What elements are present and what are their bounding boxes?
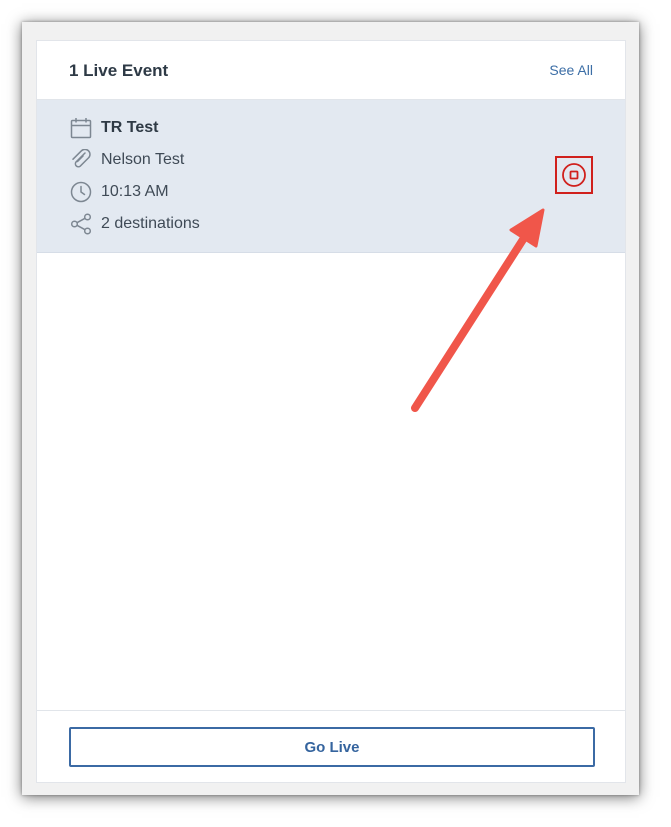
go-live-button[interactable]: Go Live — [69, 727, 595, 767]
clock-icon — [69, 180, 93, 204]
event-destinations-row: 2 destinations — [69, 212, 200, 236]
event-destinations: 2 destinations — [101, 215, 200, 232]
event-presenter: Nelson Test — [101, 151, 185, 168]
event-presenter-row: Nelson Test — [69, 148, 184, 172]
event-name: TR Test — [101, 119, 159, 136]
event-time: 10:13 AM — [101, 183, 169, 200]
event-name-row: TR Test — [69, 116, 158, 140]
card-footer: Go Live — [37, 710, 625, 782]
share-icon — [69, 212, 93, 236]
card-title: 1 Live Event — [69, 61, 169, 80]
live-event-row[interactable]: TR Test Nelson Test 10:13 AM 2 destinati… — [37, 100, 625, 253]
stop-icon — [561, 162, 587, 188]
stop-broadcast-button[interactable] — [555, 156, 593, 194]
calendar-icon — [69, 116, 93, 140]
event-time-row: 10:13 AM — [69, 180, 169, 204]
screenshot-frame: 1 Live Event See All TR Test Nelson Test… — [22, 22, 639, 795]
see-all-link[interactable]: See All — [549, 62, 593, 78]
live-events-card: 1 Live Event See All TR Test Nelson Test… — [36, 40, 626, 783]
card-header: 1 Live Event See All — [37, 41, 625, 100]
paperclip-icon — [69, 148, 93, 172]
